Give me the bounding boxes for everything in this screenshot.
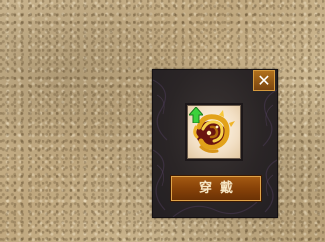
equipment-item-slot[interactable] [185, 103, 243, 161]
close-button[interactable]: ✕ [253, 70, 275, 91]
close-icon: ✕ [257, 71, 271, 90]
equip-button[interactable]: 穿戴 [171, 176, 261, 201]
equip-popup: ✕ 穿戴 [152, 69, 278, 218]
green-up-arrow-icon [189, 107, 203, 123]
